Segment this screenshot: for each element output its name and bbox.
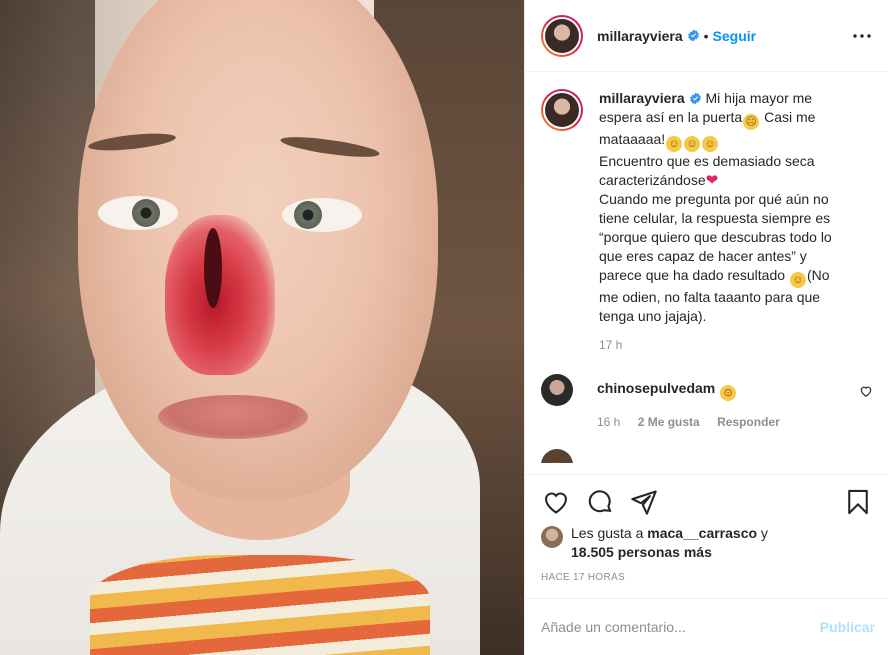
- post-dialog: millarayviera • Seguir millarayviera Mi …: [0, 0, 888, 655]
- photo-shirt-stripes: [90, 555, 430, 655]
- post-side-panel: millarayviera • Seguir millarayviera Mi …: [524, 0, 888, 655]
- bookmark-icon[interactable]: [843, 487, 873, 517]
- comment-time[interactable]: 16 h: [597, 415, 620, 429]
- flushed-face-icon: ⊙: [720, 385, 737, 401]
- caption-username[interactable]: millarayviera: [599, 90, 685, 106]
- commenter-username[interactable]: chinosepulvedam: [597, 380, 715, 396]
- reply-button[interactable]: Responder: [717, 415, 780, 429]
- comment-item: chinosepulvedam ⊙ 16 h 2 Me gusta Respon…: [541, 374, 873, 429]
- comment-icon[interactable]: [585, 487, 615, 517]
- comment-body: chinosepulvedam ⊙ 16 h 2 Me gusta Respon…: [597, 374, 859, 429]
- caption-line-4: Cuando me pregunta por qué aún no tiene …: [599, 191, 832, 283]
- comment-likes[interactable]: 2 Me gusta: [638, 415, 700, 429]
- next-comment-peek: [541, 449, 873, 463]
- photo-mouth: [158, 395, 308, 439]
- photo-eye-right: [282, 198, 362, 232]
- caption-avatar[interactable]: [541, 89, 583, 131]
- weary-face-icon: ☹: [743, 114, 760, 130]
- more-options-icon[interactable]: [850, 24, 874, 48]
- photo-nose-makeup: [165, 215, 275, 375]
- share-icon[interactable]: [629, 487, 659, 517]
- caption-text: millarayviera Mi hija mayor me espera as…: [599, 89, 839, 326]
- liker-avatar[interactable]: [541, 526, 563, 548]
- likes-summary: Les gusta a maca__carrasco y 18.505 pers…: [541, 524, 881, 562]
- photo-wound: [204, 228, 222, 308]
- commenter-avatar[interactable]: [541, 374, 573, 406]
- liker-username[interactable]: maca__carrasco: [647, 525, 757, 541]
- likes-text: Les gusta a maca__carrasco y 18.505 pers…: [571, 524, 768, 562]
- next-commenter-avatar[interactable]: [541, 449, 573, 463]
- follow-button[interactable]: Seguir: [713, 28, 757, 44]
- post-timestamp[interactable]: Hace 17 horas: [541, 572, 625, 583]
- caption-time[interactable]: 17 h: [599, 338, 873, 352]
- heart-icon[interactable]: [541, 487, 571, 517]
- laughing-face-icon: ☺: [684, 136, 701, 152]
- red-heart-icon: ❤: [705, 172, 719, 189]
- add-comment-bar: Publicar: [525, 598, 888, 655]
- likes-count[interactable]: 18.505 personas más: [571, 544, 712, 560]
- author-avatar[interactable]: [541, 14, 583, 57]
- caption: millarayviera Mi hija mayor me espera as…: [541, 89, 873, 326]
- publish-button[interactable]: Publicar: [820, 619, 875, 635]
- likes-prefix: Les gusta a: [571, 525, 648, 541]
- action-bar: [525, 474, 888, 517]
- comment-like-heart-icon[interactable]: [859, 384, 873, 398]
- post-photo[interactable]: [0, 0, 524, 655]
- photo-eye-left: [98, 196, 178, 230]
- laughing-face-icon: ☺: [702, 136, 719, 152]
- comment-meta: 16 h 2 Me gusta Responder: [597, 415, 859, 429]
- author-username[interactable]: millarayviera: [597, 28, 683, 44]
- comment-input[interactable]: [541, 619, 820, 635]
- laughing-face-icon: ☺: [666, 136, 683, 152]
- comment-text: chinosepulvedam ⊙: [597, 380, 859, 401]
- verified-badge-icon: [689, 92, 701, 105]
- likes-middle: y: [757, 525, 768, 541]
- post-header: millarayviera • Seguir: [525, 0, 888, 72]
- header-separator: •: [703, 27, 709, 44]
- laughing-face-icon: ☺: [789, 272, 806, 288]
- verified-badge-icon: [687, 29, 699, 42]
- comments-list[interactable]: millarayviera Mi hija mayor me espera as…: [525, 73, 888, 473]
